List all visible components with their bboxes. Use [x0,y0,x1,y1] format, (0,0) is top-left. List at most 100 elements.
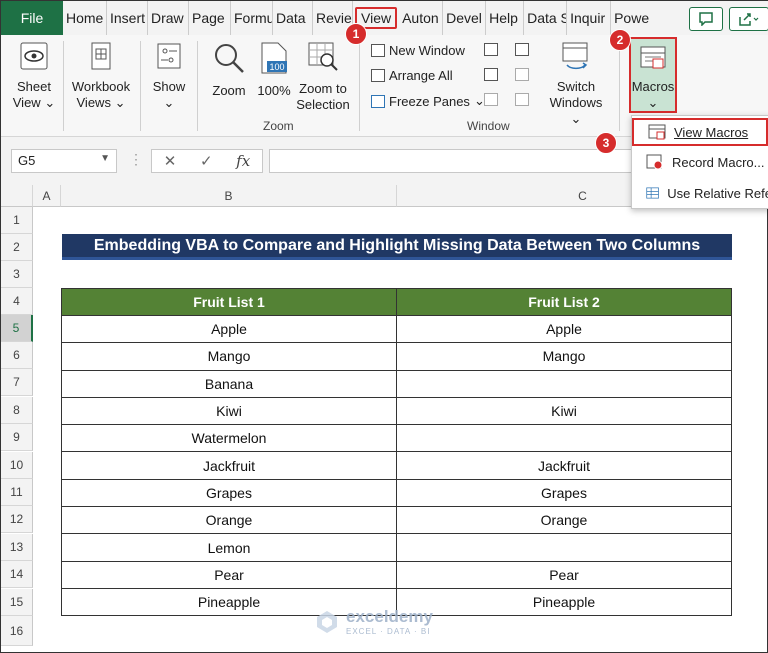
row-header[interactable]: 13 [1,534,33,561]
ribbon-separator [359,41,360,131]
table-cell[interactable]: Banana [61,369,397,398]
tab-help[interactable]: Help [486,1,525,35]
tab-draw[interactable]: Draw [148,1,189,35]
row-header[interactable]: 4 [1,288,33,315]
tab-file[interactable]: File [1,1,63,35]
comments-button[interactable] [689,7,723,31]
tab-inquire[interactable]: Inquir [567,1,612,35]
show-button[interactable]: Show ⌄ [147,41,191,111]
sheet-view-label: Sheet [17,79,51,94]
column-header-a[interactable]: A [33,185,61,207]
synchronous-scrolling-button[interactable] [515,68,529,81]
row-header[interactable]: 9 [1,424,33,451]
tab-insert[interactable]: Insert [107,1,148,35]
ribbon-separator [140,41,141,131]
sheet-view-button[interactable]: Sheet View ⌄ [11,41,57,111]
tab-automate[interactable]: Auton [399,1,444,35]
row-header[interactable]: 11 [1,479,33,506]
unhide-button[interactable] [484,93,498,106]
table-row: Pear Pear [61,560,732,589]
tab-developer[interactable]: Devel [443,1,487,35]
switch-windows-button[interactable]: Switch Windows ⌄ [543,41,609,127]
watermark-title: exceldemy [346,607,433,626]
row-header[interactable]: 16 [1,616,33,646]
tab-data-streamer[interactable]: Data S [524,1,568,35]
row-header[interactable]: 14 [1,561,33,588]
split-button[interactable] [484,43,498,56]
zoom-100-button[interactable]: 100 100% [255,41,293,99]
table-cell[interactable]: Pear [396,560,732,589]
workbook-icon [91,42,111,70]
view-side-by-side-button[interactable] [515,43,529,56]
row-header[interactable]: 12 [1,506,33,533]
table-cell[interactable]: Watermelon [61,424,397,453]
table-cell[interactable]: Pineapple [396,587,732,617]
switch-windows-label: Switch [556,79,596,94]
table-cell[interactable]: Jackfruit [61,451,397,480]
table-header[interactable]: Fruit List 1 [61,288,397,316]
table-cell[interactable]: Pear [61,560,397,589]
use-relative-references-item[interactable]: Use Relative Refe [632,179,768,207]
row-header[interactable]: 8 [1,397,33,424]
table-header[interactable]: Fruit List 2 [396,288,732,316]
record-macro-item[interactable]: Record Macro... [632,148,768,176]
chevron-down-icon[interactable]: ▼ [100,153,110,164]
row-header[interactable]: 7 [1,369,33,396]
row-header[interactable]: 6 [1,342,33,369]
tab-page-layout[interactable]: Page [189,1,231,35]
cancel-icon[interactable]: ✕ [164,152,177,170]
table-cell[interactable]: Jackfruit [396,451,732,480]
callout-badge-1: 1 [345,23,367,45]
freeze-panes-icon [371,94,385,108]
tab-home[interactable]: Home [63,1,107,35]
table-cell[interactable]: Kiwi [396,396,732,426]
macros-dropdown-menu: View Macros Record Macro... Use Relative… [631,115,768,209]
switch-windows-icon [562,42,588,70]
reset-window-position-button[interactable] [515,93,529,106]
share-button[interactable] [729,7,768,31]
table-cell[interactable]: Grapes [396,478,732,508]
comment-icon [699,12,713,26]
new-window-button[interactable]: New Window [371,43,465,58]
zoom-to-selection-button[interactable]: Zoom to Selection [295,41,351,113]
column-header-b[interactable]: B [61,185,397,207]
table-cell[interactable]: Orange [396,506,732,535]
confirm-icon[interactable]: ✓ [200,152,213,170]
row-header[interactable]: 2 [1,234,33,261]
table-cell[interactable]: Mango [396,342,732,371]
fruit-table: Fruit List 1 Fruit List 2 Apple Apple Man… [61,288,732,617]
macros-button[interactable]: Macros ⌄ [629,37,677,113]
table-cell[interactable]: Mango [61,342,397,371]
row-header[interactable]: 1 [1,207,33,234]
table-cell[interactable]: Apple [61,314,397,344]
table-cell[interactable] [396,369,732,398]
tab-data[interactable]: Data [273,1,313,35]
insert-function-button[interactable]: fx [236,152,250,170]
row-header[interactable]: 3 [1,261,33,288]
hide-button[interactable] [484,68,498,81]
workbook-views-button[interactable]: Workbook Views ⌄ [69,41,133,111]
row-header[interactable]: 10 [1,452,33,479]
ribbon-separator [619,41,620,131]
table-row: Jackfruit Jackfruit [61,451,732,480]
table-cell[interactable]: Lemon [61,533,397,562]
freeze-panes-label: Freeze Panes [389,93,470,109]
row-header[interactable]: 15 [1,589,33,616]
arrange-all-button[interactable]: Arrange All [371,68,453,83]
freeze-panes-button[interactable]: Freeze Panes ⌄ [371,93,485,109]
table-cell[interactable]: Apple [396,314,732,344]
excel-window: File Home Insert Draw Page Formu Data Re… [0,0,768,653]
table-cell[interactable]: Orange [61,506,397,535]
table-cell[interactable] [396,533,732,562]
tab-formulas[interactable]: Formu [231,1,273,35]
table-cell[interactable] [396,424,732,453]
zoom-button[interactable]: Zoom [205,41,253,99]
view-macros-item[interactable]: View Macros [632,118,768,146]
table-cell[interactable]: Grapes [61,478,397,508]
select-all-corner[interactable] [1,185,33,207]
table-cell[interactable]: Kiwi [61,396,397,426]
ribbon-separator [63,41,64,131]
new-window-label: New Window [389,43,465,58]
row-header-selected[interactable]: 5 [1,315,33,342]
name-box[interactable]: G5 ▼ [11,149,117,173]
